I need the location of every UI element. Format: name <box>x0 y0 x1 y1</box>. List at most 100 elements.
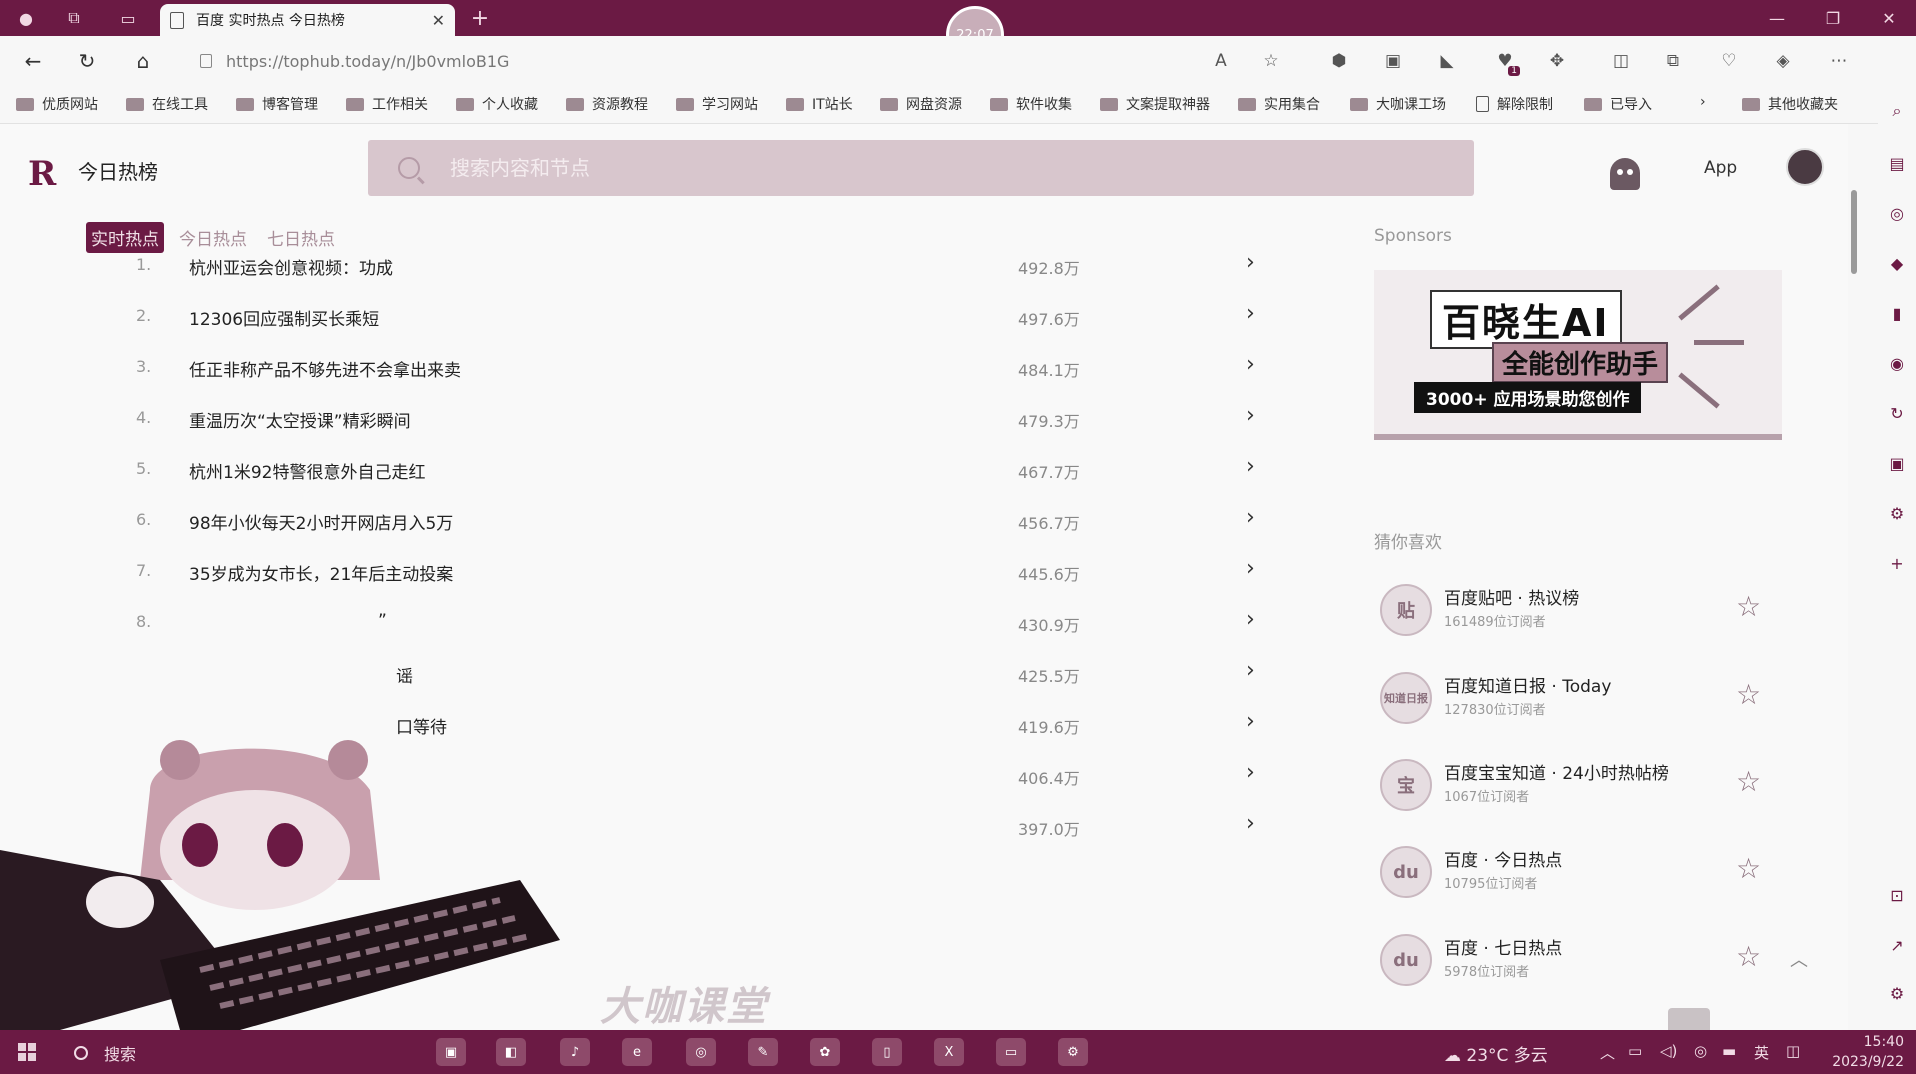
chevron-right-icon[interactable]: › <box>1246 352 1255 377</box>
bookmark-folder[interactable]: 工作相关 <box>346 94 428 114</box>
chevron-right-icon[interactable]: › <box>1246 658 1255 683</box>
back-icon[interactable]: ← <box>16 46 50 76</box>
hot-list-row[interactable]: 谣 425.5万 › <box>120 650 1270 702</box>
bookmark-link[interactable]: 解除限制 <box>1476 94 1553 114</box>
chevron-right-icon[interactable]: › <box>1246 760 1255 785</box>
site-logo[interactable]: R <box>28 154 56 194</box>
bookmark-folder[interactable]: 个人收藏 <box>456 94 538 114</box>
subscription-item[interactable]: 贴百度贴吧 · 热议榜 161489位订阅者 ☆ <box>1380 584 1780 654</box>
file-explorer-icon[interactable]: ▭ <box>996 1038 1026 1066</box>
hot-list-row[interactable]: 3. 任正非称产品不够先进不会拿出来卖 484.1万 › <box>120 344 1270 396</box>
hot-list-row[interactable]: 4. 重温历次“太空授课”精彩瞬间 479.3万 › <box>120 395 1270 447</box>
new-tab-button[interactable]: + <box>465 4 495 32</box>
url-field[interactable]: https://tophub.today/n/Jb0vmloB1G <box>200 48 900 74</box>
hot-title[interactable]: 重温历次“太空授课”精彩瞬间 <box>189 407 411 432</box>
chevron-right-icon[interactable]: › <box>1246 403 1255 428</box>
subscription-item[interactable]: du 百度 · 今日热点 10795位订阅者 ☆ <box>1380 846 1780 916</box>
ime-indicator[interactable]: 英 <box>1754 1042 1769 1063</box>
channel-name[interactable]: 百度贴吧 · 热议榜 <box>1444 584 1579 609</box>
settings-cog-icon[interactable]: ⚙ <box>1886 502 1908 524</box>
volume-icon[interactable]: ◁) <box>1660 1042 1677 1060</box>
scrollbar-thumb[interactable] <box>1851 190 1857 274</box>
taskbar-app-icon[interactable]: ✿ <box>810 1038 840 1066</box>
hot-title[interactable]: 谣 <box>396 662 413 687</box>
hot-list-row[interactable]: 1. 杭州亚运会创意视频：功成 492.8万 › <box>120 242 1270 294</box>
bookmark-folder[interactable]: 大咖课工场 <box>1350 94 1446 114</box>
channel-name[interactable]: 百度 · 今日热点 <box>1444 846 1562 871</box>
taskbar-app-icon[interactable]: ◧ <box>496 1038 526 1066</box>
tray-app-icon[interactable]: ◎ <box>1694 1042 1707 1060</box>
collections-icon[interactable]: ⧉ <box>1660 48 1686 74</box>
search-input[interactable] <box>450 156 1350 180</box>
tray-app-icon[interactable]: ◫ <box>1786 1042 1800 1060</box>
search-icon[interactable]: ⌕ <box>1886 100 1908 122</box>
extension-icon[interactable]: ◣ <box>1434 48 1460 74</box>
tab-actions-icon[interactable]: ▭ <box>110 4 146 32</box>
star-icon[interactable]: ☆ <box>1736 852 1761 885</box>
chrome-browser-icon[interactable]: ◎ <box>686 1038 716 1066</box>
browser-essentials-icon[interactable]: ♡ <box>1716 48 1742 74</box>
bookmark-folder[interactable]: 在线工具 <box>126 94 208 114</box>
notes-app-icon[interactable]: ✎ <box>748 1038 778 1066</box>
hot-title[interactable]: ” <box>378 611 387 631</box>
hot-list-row[interactable]: 6. 98年小伙每天2小时开网店月入5万 456.7万 › <box>120 497 1270 549</box>
close-tab-icon[interactable]: ✕ <box>432 11 445 30</box>
excel-app-icon[interactable]: X <box>934 1038 964 1066</box>
chevron-right-icon[interactable]: › <box>1246 709 1255 734</box>
bookmark-folder[interactable]: 网盘资源 <box>880 94 962 114</box>
open-external-icon[interactable]: ↗ <box>1886 934 1908 956</box>
feedback-tab[interactable] <box>1668 1008 1710 1030</box>
start-windows-icon[interactable] <box>18 1043 36 1061</box>
phone-app-icon[interactable]: ▯ <box>872 1038 902 1066</box>
hot-title[interactable]: 杭州1米92特警很意外自己走红 <box>189 458 425 483</box>
battery-icon[interactable]: ▬ <box>1722 1042 1736 1060</box>
extension-icon[interactable]: ♥ 1 <box>1492 48 1520 76</box>
chevron-right-icon[interactable]: › <box>1246 454 1255 479</box>
settings-icon[interactable]: ⚙ <box>1886 982 1908 1004</box>
page-scrollbar[interactable] <box>1848 136 1860 1016</box>
subscription-item[interactable]: 宝百度宝宝知道 · 24小时热帖榜 1067位订阅者 ☆ <box>1380 759 1780 829</box>
extensions-puzzle-icon[interactable]: ✥ <box>1544 48 1570 74</box>
other-bookmarks-folder[interactable]: 其他收藏夹 <box>1742 94 1838 114</box>
hot-list-row[interactable]: 5. 杭州1米92特警很意外自己走红 467.7万 › <box>120 446 1270 498</box>
chevron-right-icon[interactable]: › <box>1246 301 1255 326</box>
bookmark-folder[interactable]: 博客管理 <box>236 94 318 114</box>
browser-tab[interactable]: 百度 实时热点 今日热榜 ✕ <box>160 4 455 36</box>
refresh-icon[interactable]: ↻ <box>70 46 104 76</box>
shopping-icon[interactable]: ▤ <box>1886 152 1908 174</box>
outlook-icon[interactable]: ◉ <box>1886 352 1908 374</box>
clock[interactable]: 15:40 2023/9/22 <box>1830 1032 1904 1072</box>
hot-list-row[interactable]: 2. 12306回应强制买长乘短 497.6万 › <box>120 293 1270 345</box>
chevron-right-icon[interactable]: › <box>1246 250 1255 275</box>
close-window-button[interactable]: ✕ <box>1860 0 1916 36</box>
office-icon[interactable]: ▮ <box>1886 302 1908 324</box>
hot-title[interactable]: 任正非称产品不够先进不会拿出来卖 <box>189 356 461 381</box>
favorite-star-icon[interactable]: ☆ <box>1258 48 1284 74</box>
channel-name[interactable]: 百度知道日报 · Today <box>1444 672 1611 697</box>
bookmark-folder[interactable]: 软件收集 <box>990 94 1072 114</box>
channel-name[interactable]: 百度 · 七日热点 <box>1444 934 1562 959</box>
channel-name[interactable]: 百度宝宝知道 · 24小时热帖榜 <box>1444 759 1669 784</box>
settings-app-icon[interactable]: ⚙ <box>1058 1038 1088 1066</box>
hot-title[interactable]: 杭州亚运会创意视频：功成 <box>189 254 393 279</box>
bookmark-folder[interactable]: 优质网站 <box>16 94 98 114</box>
sponsor-ad-banner[interactable]: 百晓生AI 全能创作助手 3000+ 应用场景助您创作 <box>1374 270 1782 440</box>
restore-button[interactable]: ❐ <box>1804 0 1862 36</box>
star-icon[interactable]: ☆ <box>1736 678 1761 711</box>
taskbar-app-icon[interactable]: ▣ <box>436 1038 466 1066</box>
site-name[interactable]: 今日热榜 <box>78 156 158 185</box>
minimize-button[interactable]: — <box>1748 0 1806 36</box>
extension-icon[interactable]: ▣ <box>1380 48 1406 74</box>
bookmarks-overflow-chevron-icon[interactable]: › <box>1700 94 1706 110</box>
adblock-extension-icon[interactable]: ⬢ <box>1326 48 1352 74</box>
games-icon[interactable]: ◆ <box>1886 252 1908 274</box>
chevron-right-icon[interactable]: › <box>1246 505 1255 530</box>
music-app-icon[interactable]: ♪ <box>560 1038 590 1066</box>
hot-list-row[interactable]: 8. ” 430.9万 › <box>120 599 1270 651</box>
workspaces-icon[interactable]: ⧉ <box>56 4 92 32</box>
bookmark-folder[interactable]: 学习网站 <box>676 94 758 114</box>
bookmark-folder[interactable]: 已导入 <box>1584 94 1652 114</box>
weather-widget[interactable]: ☁ 23°C 多云 <box>1444 1041 1548 1066</box>
add-icon[interactable]: + <box>1886 552 1908 574</box>
more-menu-icon[interactable]: ⋯ <box>1826 48 1852 74</box>
